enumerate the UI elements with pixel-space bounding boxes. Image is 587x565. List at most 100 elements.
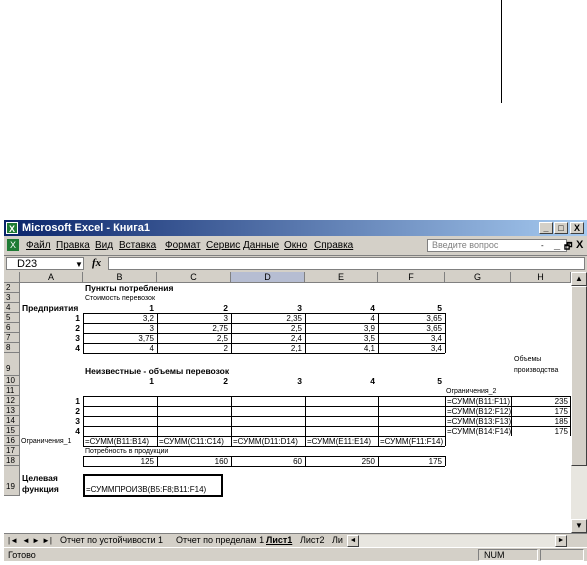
column-header-a[interactable]: A	[20, 272, 83, 283]
cost-cell[interactable]: 2,75	[157, 324, 228, 333]
close-button[interactable]: X	[570, 222, 584, 234]
menu-file[interactable]: Файл	[26, 240, 51, 251]
objective-formula-cell[interactable]: =СУММПРОИЗВ(B5:F8;B11:F14)	[86, 485, 206, 494]
row-header[interactable]: 16	[4, 436, 20, 446]
row-header[interactable]: 6	[4, 323, 20, 333]
cost-cell[interactable]: 3	[83, 324, 154, 333]
help-dropdown-icon[interactable]: -	[541, 241, 544, 250]
column-header-f[interactable]: F	[378, 272, 445, 283]
column-header-e[interactable]: E	[305, 272, 378, 283]
column-header-h[interactable]: H	[511, 272, 571, 283]
row-header[interactable]: 2	[4, 283, 20, 293]
column-header-g[interactable]: G	[445, 272, 511, 283]
tab-sheet1[interactable]: Лист1	[266, 535, 292, 545]
demand-cell[interactable]: 160	[157, 457, 228, 466]
prev-sheet-icon[interactable]: ◄	[22, 536, 30, 545]
cost-cell[interactable]: 3,4	[378, 334, 442, 343]
menu-insert[interactable]: Вставка	[119, 240, 156, 251]
cost-cell[interactable]: 3,9	[305, 324, 375, 333]
formula-cell[interactable]: =СУММ(B12:F12)	[447, 407, 511, 416]
row-header[interactable]: 19	[4, 466, 20, 496]
production-cell[interactable]: 175	[511, 427, 568, 436]
demand-cell[interactable]: 125	[83, 457, 154, 466]
horizontal-scrollbar[interactable]: ◄ ►	[347, 535, 567, 547]
formula-cell[interactable]: =СУММ(E11:E14)	[307, 437, 371, 446]
column-header-c[interactable]: C	[157, 272, 231, 283]
cost-cell[interactable]: 4	[83, 344, 154, 353]
tab-sensitivity-report[interactable]: Отчет по устойчивости 1	[60, 535, 163, 545]
cost-cell[interactable]: 3,5	[305, 334, 375, 343]
doc-restore-button[interactable]: 🗗	[564, 239, 572, 255]
formula-cell[interactable]: =СУММ(B14:F14)	[447, 427, 511, 436]
menu-window[interactable]: Окно	[284, 240, 307, 251]
select-all-corner[interactable]	[4, 272, 20, 283]
scroll-up-icon[interactable]: ▲	[571, 272, 587, 286]
row-header[interactable]: 5	[4, 313, 20, 323]
doc-close-button[interactable]: X	[576, 239, 583, 251]
row-header[interactable]: 13	[4, 406, 20, 416]
cost-cell[interactable]: 2,4	[231, 334, 302, 343]
formula-cell[interactable]: =СУММ(C11:C14)	[159, 437, 224, 446]
formula-input[interactable]	[108, 257, 585, 270]
cost-cell[interactable]: 2	[157, 344, 228, 353]
row-header[interactable]: 9	[4, 353, 20, 376]
row-header[interactable]: 12	[4, 396, 20, 406]
workbook-icon[interactable]: X	[7, 239, 19, 251]
cost-cell[interactable]: 3,75	[83, 334, 154, 343]
cost-cell[interactable]: 3,65	[378, 324, 442, 333]
cost-cell[interactable]: 3,65	[378, 314, 442, 323]
minimize-button[interactable]: _	[539, 222, 553, 234]
maximize-button[interactable]: □	[554, 222, 568, 234]
demand-cell[interactable]: 175	[378, 457, 442, 466]
cost-cell[interactable]: 4,1	[305, 344, 375, 353]
cost-cell[interactable]: 2,5	[157, 334, 228, 343]
help-search-input[interactable]: Введите вопрос	[427, 239, 567, 252]
demand-cell[interactable]: 250	[305, 457, 375, 466]
menu-view[interactable]: Вид	[95, 240, 113, 251]
production-cell[interactable]: 235	[511, 397, 568, 406]
demand-cell[interactable]: 60	[231, 457, 302, 466]
column-header-b[interactable]: B	[83, 272, 157, 283]
scroll-down-icon[interactable]: ▼	[571, 519, 587, 533]
column-header-d[interactable]: D	[231, 272, 305, 283]
row-header[interactable]: 3	[4, 293, 20, 303]
formula-cell[interactable]: =СУММ(B11:B14)	[85, 437, 149, 446]
formula-cell[interactable]: =СУММ(D11:D14)	[233, 437, 298, 446]
scroll-left-icon[interactable]: ◄	[347, 535, 359, 547]
first-sheet-icon[interactable]: |◄	[8, 536, 18, 545]
row-header[interactable]: 18	[4, 456, 20, 466]
cost-cell[interactable]: 4	[305, 314, 375, 323]
worksheet-grid[interactable]: A B C D E F G H 2 3 4 5 6 7 8 9 10 11 12…	[4, 272, 571, 533]
formula-cell[interactable]: =СУММ(B11:F11)	[447, 397, 510, 406]
row-header[interactable]: 10	[4, 376, 20, 386]
row-header[interactable]: 8	[4, 343, 20, 353]
next-sheet-icon[interactable]: ►	[32, 536, 40, 545]
menu-edit[interactable]: Правка	[56, 240, 90, 251]
row-header[interactable]: 11	[4, 386, 20, 396]
tab-sheet2[interactable]: Лист2	[300, 535, 325, 545]
row-header[interactable]: 4	[4, 303, 20, 313]
cost-cell[interactable]: 2,1	[231, 344, 302, 353]
menu-data[interactable]: Данные	[243, 240, 279, 251]
doc-minimize-button[interactable]: _	[554, 239, 560, 251]
cost-cell[interactable]: 2,5	[231, 324, 302, 333]
tab-sheet3[interactable]: Ли	[332, 535, 343, 545]
scroll-thumb[interactable]	[571, 286, 587, 466]
formula-cell[interactable]: =СУММ(B13:F13)	[447, 417, 511, 426]
tab-limits-report[interactable]: Отчет по пределам 1	[176, 535, 264, 545]
cost-cell[interactable]: 2,35	[231, 314, 302, 323]
cost-cell[interactable]: 3	[157, 314, 228, 323]
name-box[interactable]: D23 ▼	[6, 257, 84, 270]
last-sheet-icon[interactable]: ►|	[42, 536, 52, 545]
formula-cell[interactable]: =СУММ(F11:F14)	[380, 437, 443, 446]
row-header[interactable]: 15	[4, 426, 20, 436]
menu-help[interactable]: Справка	[314, 240, 353, 251]
menu-tools[interactable]: Сервис	[206, 240, 240, 251]
function-icon[interactable]: fx	[92, 257, 101, 269]
cost-cell[interactable]: 3,2	[83, 314, 154, 323]
cost-cell[interactable]: 3,4	[378, 344, 442, 353]
production-cell[interactable]: 185	[511, 417, 568, 426]
row-header[interactable]: 7	[4, 333, 20, 343]
menu-format[interactable]: Формат	[165, 240, 201, 251]
vertical-scrollbar[interactable]: ▲ ▼	[571, 272, 587, 533]
